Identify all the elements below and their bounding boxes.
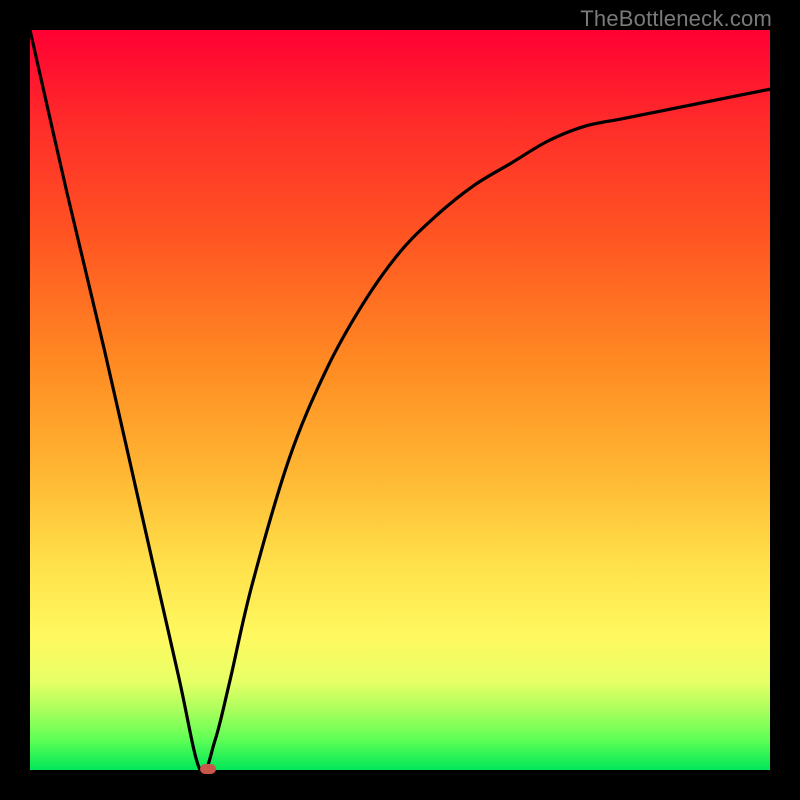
bottleneck-curve: [30, 30, 770, 770]
chart-frame: TheBottleneck.com: [0, 0, 800, 800]
watermark-text: TheBottleneck.com: [580, 6, 772, 32]
optimum-marker: [200, 764, 216, 774]
plot-area: [30, 30, 770, 770]
